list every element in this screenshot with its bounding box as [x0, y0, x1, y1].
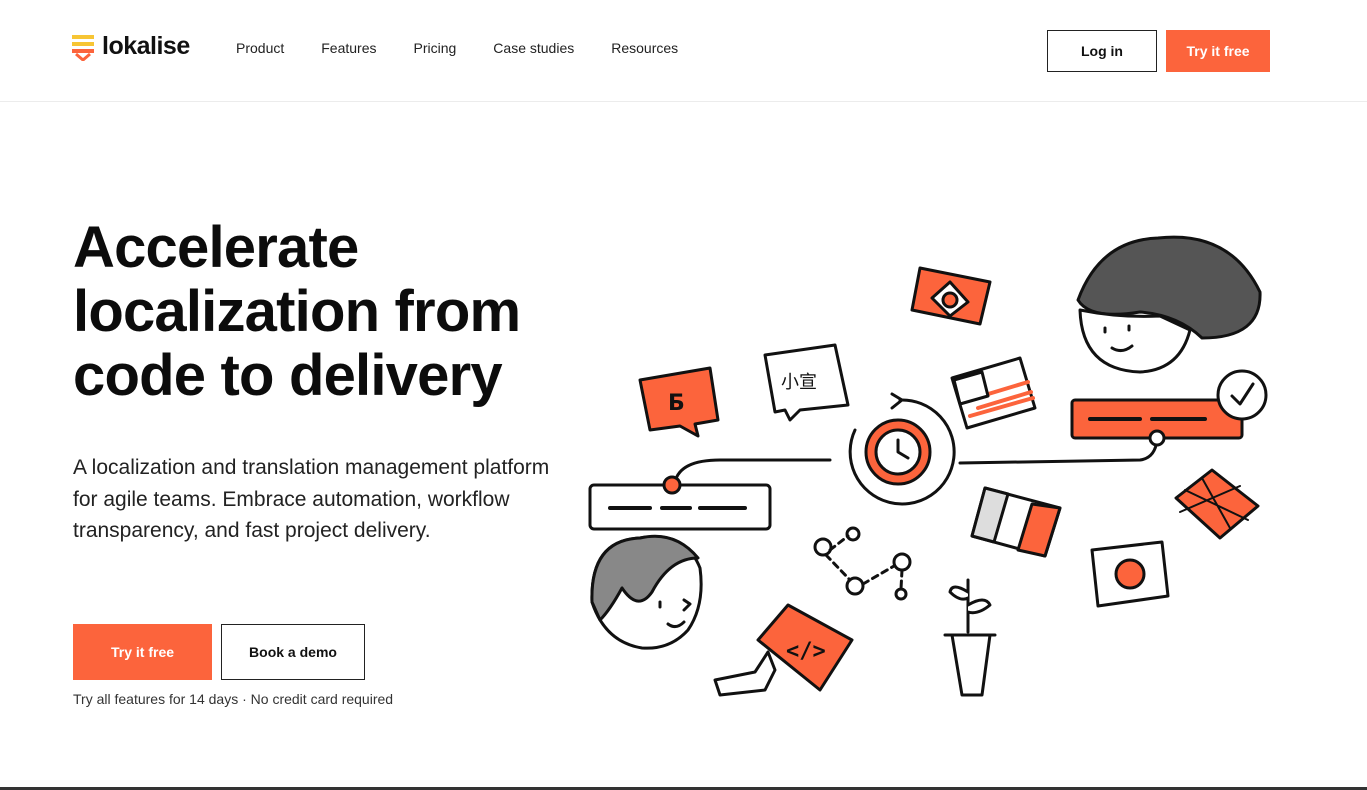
book-demo-button[interactable]: Book a demo — [221, 624, 365, 680]
trial-note: Try all features for 14 days · No credit… — [73, 691, 394, 707]
network-icon — [813, 526, 912, 601]
flag-usa-icon — [950, 356, 1037, 430]
hero-subtitle: A localization and translation managemen… — [73, 456, 550, 542]
logo-wordmark: lokalise — [102, 32, 190, 60]
code-symbol: </> — [786, 639, 826, 664]
nav-item-product[interactable]: Product — [236, 40, 284, 56]
nav-item-case-studies[interactable]: Case studies — [493, 40, 574, 56]
text-bar-left-icon — [588, 475, 772, 531]
try-free-button[interactable]: Try it free — [73, 624, 212, 680]
flag-italy-icon — [970, 486, 1062, 558]
plant-icon — [943, 578, 997, 697]
login-button[interactable]: Log in — [1047, 30, 1157, 72]
connector-line-right — [958, 438, 1159, 465]
person-top-icon — [1076, 235, 1262, 374]
lokalise-logo[interactable]: lokalise — [72, 32, 190, 61]
nav-item-resources[interactable]: Resources — [611, 40, 678, 56]
clock-icon — [848, 392, 956, 506]
nav-item-features[interactable]: Features — [321, 40, 376, 56]
text-bar-right-icon — [1070, 398, 1244, 447]
flag-uk-icon — [1174, 468, 1260, 540]
checkmark-icon — [1216, 369, 1268, 421]
connector-line-left — [673, 458, 832, 484]
flag-brazil-icon — [910, 266, 992, 326]
chinese-glyph: 小宣 — [781, 372, 817, 393]
site-header: lokalise Product Features Pricing Case s… — [0, 0, 1367, 102]
person-bottom-icon — [590, 534, 703, 650]
main-nav: Product Features Pricing Case studies Re… — [236, 40, 715, 56]
hero-title: Accelerate localization from code to del… — [73, 215, 521, 408]
flag-japan-icon — [1090, 540, 1170, 608]
hand-icon — [713, 650, 777, 697]
cyrillic-glyph: Б — [668, 391, 685, 416]
nav-item-pricing[interactable]: Pricing — [414, 40, 457, 56]
hero-illustration: Б 小宣 </> — [588, 235, 1268, 697]
header-try-free-button[interactable]: Try it free — [1166, 30, 1270, 72]
lokalise-logo-icon — [72, 34, 94, 61]
